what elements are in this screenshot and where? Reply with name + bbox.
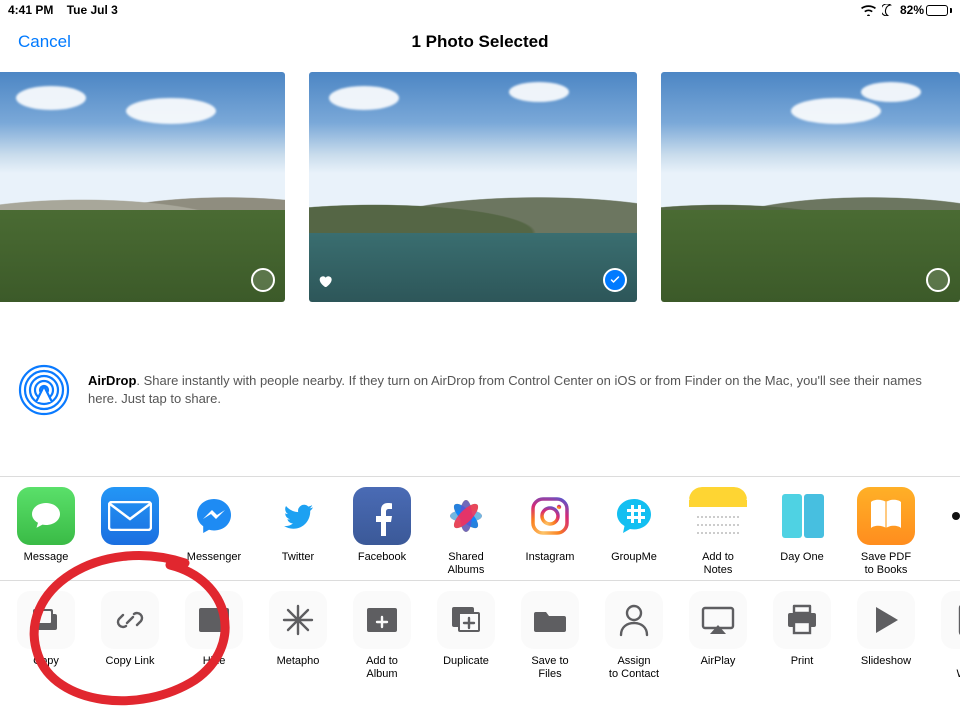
app-label: Shared Albums	[436, 551, 496, 576]
status-bar: 4:41 PM Tue Jul 3 82%	[0, 0, 960, 20]
share-action-slideshow[interactable]: Slideshow	[856, 591, 916, 680]
share-app-facebook[interactable]: Facebook	[352, 487, 412, 576]
battery-indicator: 82%	[900, 3, 952, 17]
app-label: Twitter	[282, 551, 314, 564]
app-label: Facebook	[358, 551, 406, 564]
share-app-groupme[interactable]: GroupMe	[604, 487, 664, 576]
status-left: 4:41 PM Tue Jul 3	[8, 3, 128, 17]
airdrop-section[interactable]: AirDrop. Share instantly with people nea…	[0, 314, 960, 476]
photo-thumbnail[interactable]	[0, 72, 285, 302]
assign-contact-icon	[605, 591, 663, 649]
airdrop-icon	[18, 364, 70, 416]
duplicate-icon	[437, 591, 495, 649]
twitter-icon	[269, 487, 327, 545]
use-wallpaper-icon	[941, 591, 960, 649]
add-to-notes-icon	[689, 487, 747, 545]
photo-thumbnail[interactable]	[309, 72, 637, 302]
shared-albums-icon	[437, 487, 495, 545]
nav-bar: Cancel 1 Photo Selected	[0, 20, 960, 64]
share-action-save-to-files[interactable]: Save to Files	[520, 591, 580, 680]
share-action-metapho[interactable]: Metapho	[268, 591, 328, 680]
add-to-album-icon	[353, 591, 411, 649]
page-title: 1 Photo Selected	[412, 32, 549, 52]
copy-icon	[17, 591, 75, 649]
app-label: Instagram	[526, 551, 575, 564]
share-action-use-wallpaper[interactable]: Use Wallp	[940, 591, 960, 680]
share-action-hide[interactable]: Hide	[184, 591, 244, 680]
share-app-twitter[interactable]: Twitter	[268, 487, 328, 576]
share-app-more[interactable]: Mo	[940, 487, 960, 576]
share-app-add-to-notes[interactable]: Add to Notes	[688, 487, 748, 576]
print-icon	[773, 591, 831, 649]
action-label: Hide	[203, 655, 226, 668]
share-action-copy-link[interactable]: Copy Link	[100, 591, 160, 680]
share-action-add-to-album[interactable]: Add to Album	[352, 591, 412, 680]
app-label: Messenger	[187, 551, 241, 564]
save-to-files-icon	[521, 591, 579, 649]
app-label: GroupMe	[611, 551, 657, 564]
share-action-airplay[interactable]: AirPlay	[688, 591, 748, 680]
app-label: Message	[24, 551, 69, 564]
mail-icon	[101, 487, 159, 545]
wifi-icon	[861, 5, 876, 16]
messenger-icon	[185, 487, 243, 545]
facebook-icon	[353, 487, 411, 545]
photo-strip[interactable]	[0, 64, 960, 314]
action-label: Assign to Contact	[609, 655, 659, 680]
day-one-icon	[773, 487, 831, 545]
share-app-save-pdf-books[interactable]: Save PDF to Books	[856, 487, 916, 576]
app-label: Mail	[120, 551, 140, 564]
save-pdf-books-icon	[857, 487, 915, 545]
favorite-icon	[317, 273, 333, 294]
action-label: Save to Files	[520, 655, 580, 680]
instagram-icon	[521, 487, 579, 545]
airdrop-label: AirDrop	[88, 373, 136, 388]
app-label: Save PDF to Books	[861, 551, 911, 576]
share-app-message[interactable]: Message	[16, 487, 76, 576]
airdrop-desc: . Share instantly with people nearby. If…	[88, 373, 922, 406]
share-app-messenger[interactable]: Messenger	[184, 487, 244, 576]
selection-ring-icon[interactable]	[926, 268, 950, 292]
share-action-copy[interactable]: Copy	[16, 591, 76, 680]
action-label: Copy Link	[106, 655, 155, 668]
share-app-row[interactable]: Message Mail Messenger Twitter Facebook Share…	[0, 477, 960, 580]
battery-pct: 82%	[900, 3, 924, 17]
metapho-icon	[269, 591, 327, 649]
share-app-instagram[interactable]: Instagram	[520, 487, 580, 576]
status-right: 82%	[861, 3, 952, 17]
app-label: Day One	[780, 551, 823, 564]
airplay-icon	[689, 591, 747, 649]
action-label: AirPlay	[701, 655, 736, 668]
app-label: Add to Notes	[688, 551, 748, 576]
status-time: 4:41 PM	[8, 3, 53, 17]
hide-icon	[185, 591, 243, 649]
photo-thumbnail[interactable]	[661, 72, 960, 302]
action-label: Metapho	[277, 655, 320, 668]
action-label: Slideshow	[861, 655, 911, 668]
action-label: Duplicate	[443, 655, 489, 668]
share-action-print[interactable]: Print	[772, 591, 832, 680]
slideshow-icon	[857, 591, 915, 649]
airdrop-text: AirDrop. Share instantly with people nea…	[88, 372, 942, 408]
action-label: Copy	[33, 655, 59, 668]
do-not-disturb-icon	[882, 4, 894, 16]
share-app-mail[interactable]: Mail	[100, 487, 160, 576]
share-action-assign-contact[interactable]: Assign to Contact	[604, 591, 664, 680]
message-icon	[17, 487, 75, 545]
copy-link-icon	[101, 591, 159, 649]
groupme-icon	[605, 487, 663, 545]
more-icon	[941, 487, 960, 545]
selected-check-icon[interactable]	[603, 268, 627, 292]
cancel-button[interactable]: Cancel	[18, 32, 71, 52]
share-action-row[interactable]: Copy Copy Link Hide Metapho Add to Album Dupl…	[0, 581, 960, 684]
share-app-day-one[interactable]: Day One	[772, 487, 832, 576]
share-app-shared-albums[interactable]: Shared Albums	[436, 487, 496, 576]
status-date: Tue Jul 3	[67, 3, 118, 17]
action-label: Add to Album	[352, 655, 412, 680]
action-label: Use Wallp	[956, 655, 960, 680]
action-label: Print	[791, 655, 814, 668]
share-action-duplicate[interactable]: Duplicate	[436, 591, 496, 680]
